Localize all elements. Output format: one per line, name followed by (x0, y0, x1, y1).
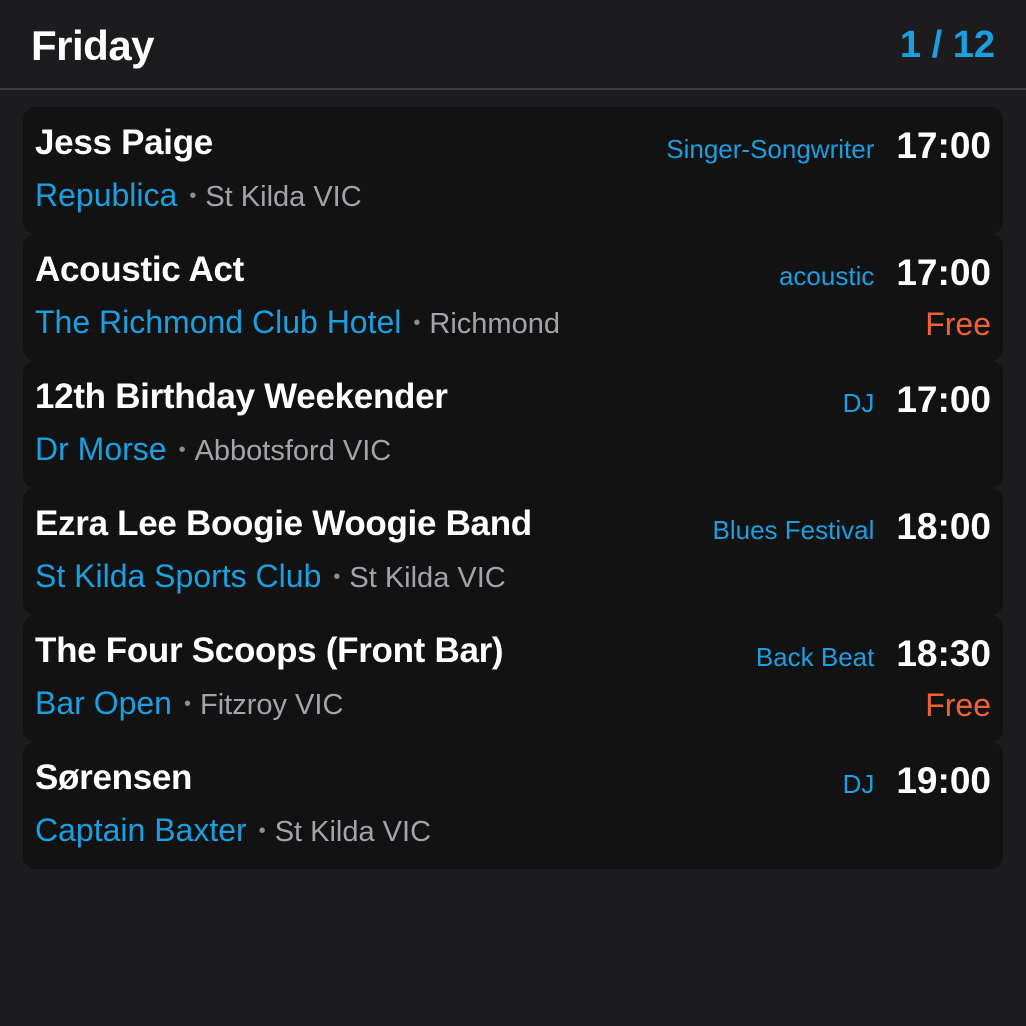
event-card[interactable]: 12th Birthday Weekender DJ 17:00 Dr Mors… (23, 361, 1003, 488)
event-title: Ezra Lee Boogie Woogie Band (35, 504, 532, 543)
event-time: 19:00 (896, 760, 991, 801)
day-title: Friday (31, 22, 155, 69)
event-time: 18:30 (896, 633, 991, 674)
page-indicator[interactable]: 1 / 12 (900, 24, 995, 67)
event-meta: acoustic 17:00 (779, 252, 991, 294)
separator-dot: • (333, 566, 341, 588)
event-title: Sørensen (35, 758, 193, 797)
event-venue-line: Bar Open • Fitzroy VIC (35, 685, 343, 722)
separator-dot: • (189, 185, 197, 207)
price-badge: Free (925, 306, 991, 342)
venue-location: Fitzroy VIC (199, 689, 344, 721)
event-title: 12th Birthday Weekender (35, 377, 448, 416)
event-card[interactable]: Jess Paige Singer-Songwriter 17:00 Repub… (23, 107, 1003, 234)
event-genre: Singer-Songwriter (666, 134, 875, 164)
event-venue-line: St Kilda Sports Club • St Kilda VIC (35, 558, 506, 595)
event-time: 17:00 (896, 379, 991, 420)
event-genre: Back Beat (755, 642, 875, 672)
separator-dot: • (183, 693, 191, 715)
event-card[interactable]: Ezra Lee Boogie Woogie Band Blues Festiv… (23, 488, 1003, 615)
event-title: Jess Paige (35, 123, 213, 162)
price-badge: Free (925, 687, 991, 723)
venue-link[interactable]: St Kilda Sports Club (35, 558, 321, 595)
event-venue-line: The Richmond Club Hotel • Richmond (35, 304, 560, 341)
venue-link[interactable]: Dr Morse (35, 431, 167, 468)
separator-dot: • (178, 439, 186, 461)
venue-location: St Kilda VIC (274, 816, 432, 848)
venue-link[interactable]: Captain Baxter (35, 812, 247, 849)
event-card[interactable]: The Four Scoops (Front Bar) Back Beat 18… (23, 615, 1003, 742)
event-time: 18:00 (896, 506, 991, 547)
separator-dot: • (258, 820, 266, 842)
event-meta: Blues Festival 18:00 (713, 506, 991, 548)
event-genre: DJ (842, 769, 875, 799)
venue-link[interactable]: Bar Open (35, 685, 172, 722)
header: Friday 1 / 12 (0, 0, 1026, 90)
gig-guide-widget: Friday 1 / 12 Jess Paige Singer-Songwrit… (0, 0, 1026, 1026)
event-venue-line: Dr Morse • Abbotsford VIC (35, 431, 391, 468)
event-list: Jess Paige Singer-Songwriter 17:00 Repub… (23, 107, 1003, 869)
venue-location: St Kilda VIC (349, 562, 506, 594)
event-genre: DJ (842, 388, 875, 418)
event-meta: Back Beat 18:30 (756, 633, 991, 675)
event-card[interactable]: Acoustic Act acoustic 17:00 The Richmond… (23, 234, 1003, 361)
event-venue-line: Republica • St Kilda VIC (35, 177, 362, 214)
event-genre: Blues Festival (712, 515, 875, 545)
venue-link[interactable]: The Richmond Club Hotel (35, 304, 401, 341)
event-genre: acoustic (778, 261, 875, 291)
event-venue-line: Captain Baxter • St Kilda VIC (35, 812, 431, 849)
event-meta: DJ 19:00 (843, 760, 991, 802)
event-card[interactable]: Sørensen DJ 19:00 Captain Baxter • St Ki… (23, 742, 1003, 869)
venue-location: Abbotsford VIC (194, 435, 392, 467)
event-meta: Singer-Songwriter 17:00 (666, 125, 991, 167)
separator-dot: • (413, 312, 421, 334)
event-meta: DJ 17:00 (843, 379, 991, 421)
event-time: 17:00 (896, 252, 991, 293)
event-title: Acoustic Act (35, 250, 245, 289)
event-time: 17:00 (896, 125, 991, 166)
event-title: The Four Scoops (Front Bar) (35, 631, 504, 670)
venue-location: St Kilda VIC (205, 181, 362, 213)
venue-link[interactable]: Republica (35, 177, 177, 214)
venue-location: Richmond (429, 308, 560, 340)
